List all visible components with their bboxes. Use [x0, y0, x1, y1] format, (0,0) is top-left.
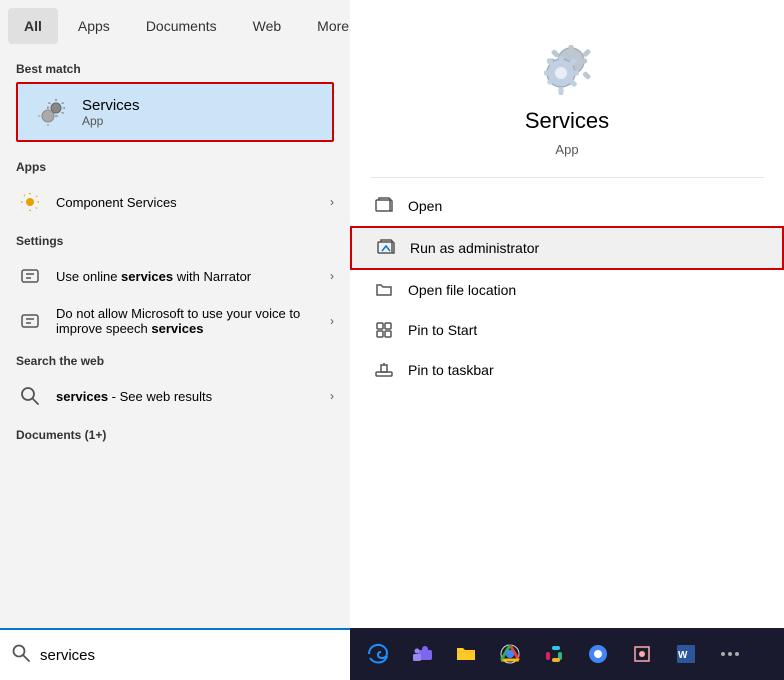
slack-icon[interactable]	[534, 634, 574, 674]
best-match-text: Services App	[82, 97, 140, 128]
search-panel: All Apps Documents Web More Best match	[0, 0, 350, 680]
app-icon[interactable]	[622, 634, 662, 674]
svg-text:W: W	[678, 650, 688, 661]
search-icon	[12, 644, 30, 667]
speech-text: Do not allow Microsoft to use your voice…	[56, 306, 318, 336]
file-explorer-icon[interactable]	[446, 634, 486, 674]
speech-item[interactable]: Do not allow Microsoft to use your voice…	[0, 298, 350, 344]
run-as-admin-action[interactable]: Run as administrator	[350, 226, 784, 270]
web-search-text: services - See web results	[56, 389, 318, 404]
documents-section-label: Documents (1+)	[0, 418, 350, 448]
chevron-icon: ›	[330, 195, 334, 209]
chevron-icon-3: ›	[330, 389, 334, 403]
tab-documents[interactable]: Documents	[130, 8, 233, 44]
tab-web[interactable]: Web	[237, 8, 298, 44]
run-as-admin-label: Run as administrator	[410, 240, 539, 256]
detail-header: Services App	[350, 0, 784, 177]
tabs-bar: All Apps Documents Web More	[0, 0, 350, 52]
web-section-label: Search the web	[0, 344, 350, 374]
tab-all[interactable]: All	[8, 8, 58, 44]
settings-section-label: Settings	[0, 224, 350, 254]
open-file-location-action[interactable]: Open file location	[350, 270, 784, 310]
pin-to-start-action[interactable]: Pin to Start	[350, 310, 784, 350]
component-services-item[interactable]: Component Services ›	[0, 180, 350, 224]
component-services-icon	[16, 188, 44, 216]
pin-to-taskbar-label: Pin to taskbar	[408, 362, 494, 378]
pin-to-start-icon	[374, 320, 394, 340]
pin-to-taskbar-icon	[374, 360, 394, 380]
component-services-text: Component Services	[56, 195, 318, 210]
best-match-label: Best match	[0, 52, 350, 82]
narrator-item[interactable]: Use online services with Narrator ›	[0, 254, 350, 298]
pin-to-taskbar-action[interactable]: Pin to taskbar	[350, 350, 784, 390]
search-bar[interactable]	[0, 628, 350, 680]
best-match-title: Services	[82, 97, 140, 114]
open-file-location-icon	[374, 280, 394, 300]
best-match-subtitle: App	[82, 114, 140, 128]
detail-subtitle: App	[555, 142, 578, 157]
services-icon	[34, 94, 70, 130]
chevron-icon: ›	[330, 269, 334, 283]
open-file-location-label: Open file location	[408, 282, 516, 298]
detail-icon	[532, 30, 602, 100]
narrator-icon	[16, 262, 44, 290]
more-apps-icon[interactable]	[710, 634, 750, 674]
search-input[interactable]	[40, 647, 338, 664]
search-web-icon	[16, 382, 44, 410]
tab-apps[interactable]: Apps	[62, 8, 126, 44]
action-list: Open Run as administrator Open file loca…	[350, 178, 784, 398]
taskbar: W	[350, 628, 784, 680]
chrome-icon[interactable]	[490, 634, 530, 674]
detail-title: Services	[525, 108, 609, 134]
pin-to-start-label: Pin to Start	[408, 322, 477, 338]
teams-icon[interactable]	[402, 634, 442, 674]
detail-panel: Services App Open Run as ad	[350, 0, 784, 680]
apps-section-label: Apps	[0, 150, 350, 180]
speech-icon	[16, 307, 44, 335]
open-label: Open	[408, 198, 442, 214]
edge-icon[interactable]	[358, 634, 398, 674]
open-action[interactable]: Open	[350, 186, 784, 226]
chrome-icon-2[interactable]	[578, 634, 618, 674]
word-icon[interactable]: W	[666, 634, 706, 674]
results-panel: Best match	[0, 52, 350, 628]
run-as-admin-icon	[376, 238, 396, 258]
narrator-text: Use online services with Narrator	[56, 269, 318, 284]
open-icon	[374, 196, 394, 216]
chevron-icon-2: ›	[330, 314, 334, 328]
web-search-item[interactable]: services - See web results ›	[0, 374, 350, 418]
best-match-item[interactable]: Services App	[16, 82, 334, 142]
